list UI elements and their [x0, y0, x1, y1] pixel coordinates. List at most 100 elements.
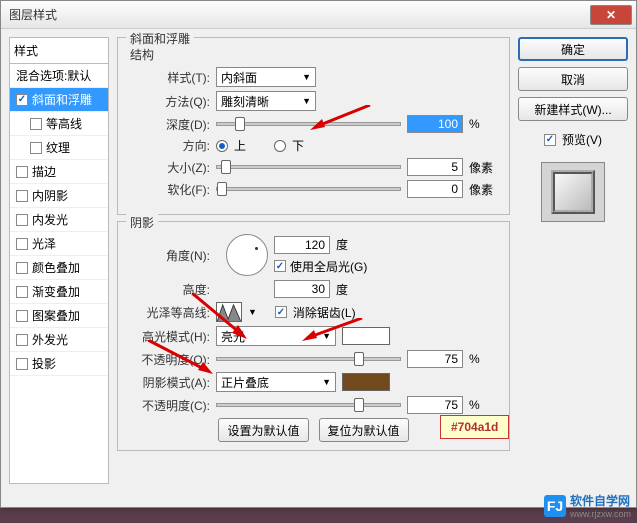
depth-slider[interactable]: [216, 122, 401, 126]
gloss-label: 光泽等高线:: [126, 304, 210, 321]
layer-style-dialog: 图层样式 ✕ 样式 混合选项:默认 斜面和浮雕 等高线 纹理: [0, 0, 637, 508]
color-callout: #704a1d: [440, 415, 509, 439]
shadow-color-swatch[interactable]: [342, 373, 390, 391]
style-item-inner-shadow[interactable]: 内阴影: [10, 184, 108, 208]
checkbox-icon[interactable]: [16, 286, 28, 298]
highlight-opacity-input[interactable]: 75: [407, 350, 463, 368]
style-item-outer-glow[interactable]: 外发光: [10, 328, 108, 352]
altitude-unit: 度: [336, 281, 348, 298]
style-item-bevel[interactable]: 斜面和浮雕: [10, 88, 108, 112]
highlight-mode-select[interactable]: 亮光 ▼: [216, 326, 336, 346]
set-default-button[interactable]: 设置为默认值: [218, 418, 308, 442]
watermark-icon: FJ: [544, 495, 566, 517]
depth-label: 深度(D):: [126, 116, 210, 133]
checkbox-icon[interactable]: [16, 166, 28, 178]
gloss-contour-picker[interactable]: [216, 302, 242, 322]
reset-default-button[interactable]: 复位为默认值: [319, 418, 409, 442]
checkbox-icon[interactable]: [16, 94, 28, 106]
size-input[interactable]: 5: [407, 158, 463, 176]
style-label: 斜面和浮雕: [32, 91, 92, 108]
down-label: 下: [292, 137, 304, 154]
altitude-input[interactable]: 30: [274, 280, 330, 298]
highlight-opacity-slider[interactable]: [216, 357, 401, 361]
watermark: FJ 软件自学网 www.rjzxw.com: [544, 492, 631, 519]
blend-options-row[interactable]: 混合选项:默认: [10, 64, 108, 88]
size-slider[interactable]: [216, 165, 401, 169]
soften-input[interactable]: 0: [407, 180, 463, 198]
highlight-opacity-unit: %: [469, 352, 501, 366]
checkbox-icon[interactable]: [16, 262, 28, 274]
style-item-color-overlay[interactable]: 颜色叠加: [10, 256, 108, 280]
antialias-label: 消除锯齿(L): [293, 304, 356, 321]
style-select[interactable]: 内斜面 ▼: [216, 67, 316, 87]
shadow-opacity-input[interactable]: 75: [407, 396, 463, 414]
style-label: 描边: [32, 163, 56, 180]
shadow-mode-select[interactable]: 正片叠底 ▼: [216, 372, 336, 392]
right-panel: 确定 取消 新建样式(W)... 预览(V): [518, 37, 628, 499]
style-item-drop-shadow[interactable]: 投影: [10, 352, 108, 376]
color-hex-text: #704a1d: [451, 420, 498, 434]
style-item-texture[interactable]: 纹理: [10, 136, 108, 160]
cancel-button[interactable]: 取消: [518, 67, 628, 91]
style-item-contour[interactable]: 等高线: [10, 112, 108, 136]
soften-slider[interactable]: [216, 187, 401, 191]
structure-legend: 结构: [126, 48, 158, 62]
ok-button[interactable]: 确定: [518, 37, 628, 61]
style-item-satin[interactable]: 光泽: [10, 232, 108, 256]
style-item-inner-glow[interactable]: 内发光: [10, 208, 108, 232]
preview-thumbnail: [541, 162, 605, 222]
altitude-label: 高度:: [126, 281, 210, 298]
watermark-url: www.rjzxw.com: [570, 509, 631, 519]
chevron-down-icon: ▼: [322, 377, 331, 387]
bevel-preview-icon: [551, 170, 595, 214]
styles-panel: 样式 混合选项:默认 斜面和浮雕 等高线 纹理: [9, 37, 109, 499]
style-label: 图案叠加: [32, 307, 80, 324]
method-label: 方法(Q):: [126, 93, 210, 110]
styles-list: 混合选项:默认 斜面和浮雕 等高线 纹理 描边: [9, 64, 109, 484]
size-unit: 像素: [469, 159, 501, 176]
shadow-opacity-slider[interactable]: [216, 403, 401, 407]
checkbox-icon[interactable]: [16, 310, 28, 322]
chevron-down-icon: ▼: [302, 96, 311, 106]
direction-up-radio[interactable]: [216, 140, 228, 152]
soften-unit: 像素: [469, 181, 501, 198]
chevron-down-icon: ▼: [302, 72, 311, 82]
highlight-color-swatch[interactable]: [342, 327, 390, 345]
angle-unit: 度: [336, 236, 348, 253]
style-label: 等高线: [46, 115, 82, 132]
style-item-gradient-overlay[interactable]: 渐变叠加: [10, 280, 108, 304]
shadow-opacity-unit: %: [469, 398, 501, 412]
size-label: 大小(Z):: [126, 159, 210, 176]
antialias-checkbox[interactable]: [275, 306, 287, 318]
style-label: 内阴影: [32, 187, 68, 204]
checkbox-icon[interactable]: [30, 142, 42, 154]
titlebar[interactable]: 图层样式 ✕: [1, 1, 636, 29]
new-style-button[interactable]: 新建样式(W)...: [518, 97, 628, 121]
method-select[interactable]: 雕刻清晰 ▼: [216, 91, 316, 111]
checkbox-icon[interactable]: [16, 190, 28, 202]
shadow-mode-value: 正片叠底: [221, 374, 269, 391]
checkbox-icon[interactable]: [16, 238, 28, 250]
watermark-text: 软件自学网: [570, 494, 630, 508]
close-button[interactable]: ✕: [590, 5, 632, 25]
depth-unit: %: [469, 117, 501, 131]
style-label: 外发光: [32, 331, 68, 348]
global-label: 使用全局光(G): [290, 258, 367, 275]
up-label: 上: [234, 137, 246, 154]
angle-dial[interactable]: [226, 234, 268, 276]
direction-down-radio[interactable]: [274, 140, 286, 152]
highlight-mode-value: 亮光: [221, 328, 245, 345]
style-label: 内发光: [32, 211, 68, 228]
depth-input[interactable]: 100: [407, 115, 463, 133]
checkbox-icon[interactable]: [16, 358, 28, 370]
preview-checkbox[interactable]: [544, 134, 556, 146]
style-item-pattern-overlay[interactable]: 图案叠加: [10, 304, 108, 328]
checkbox-icon[interactable]: [30, 118, 42, 130]
checkbox-icon[interactable]: [16, 334, 28, 346]
chevron-down-icon[interactable]: ▼: [248, 307, 257, 317]
angle-input[interactable]: 120: [274, 236, 330, 254]
angle-label: 角度(N):: [126, 247, 210, 264]
checkbox-icon[interactable]: [16, 214, 28, 226]
style-item-stroke[interactable]: 描边: [10, 160, 108, 184]
global-light-checkbox[interactable]: [274, 260, 286, 272]
